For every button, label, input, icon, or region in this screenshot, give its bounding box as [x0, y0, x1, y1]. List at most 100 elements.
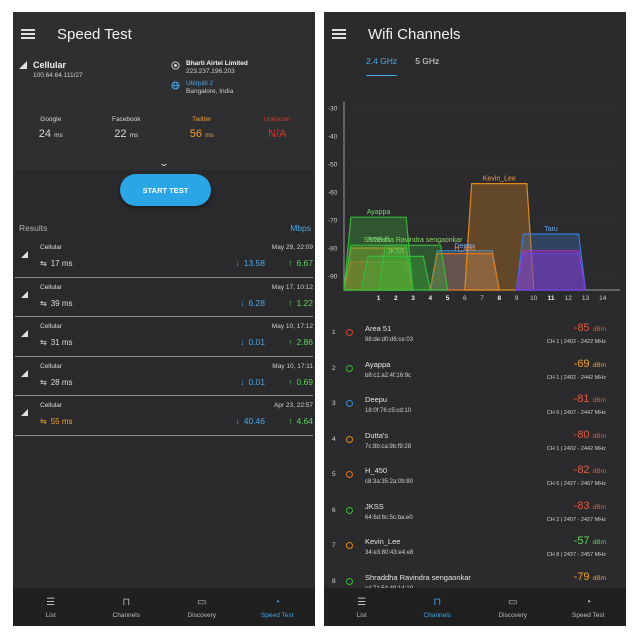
x-tick-label: 5: [446, 295, 450, 302]
access-point-row[interactable]: 1 Area 51 98:de:d0:d6:ce:03 -85 dBm CH 1 | 2…: [324, 316, 626, 352]
ping-arrows-icon: ⇆: [40, 338, 47, 347]
nav-speed-test[interactable]: ◔ Speed Test: [240, 588, 316, 626]
result-upload: ↑ 2.86: [288, 337, 313, 347]
ap-signal: -57 dBm: [574, 535, 606, 547]
results-title: Results: [19, 223, 48, 233]
result-row[interactable]: Cellular May 17, 10:12 ⇆ 39 ms ↓ 6.28 ↑ 1.22: [15, 278, 313, 317]
upload-arrow-icon: ↑: [288, 416, 293, 426]
results-unit-toggle[interactable]: Mbps: [290, 223, 311, 233]
cellular-signal-icon: [21, 330, 28, 337]
result-row[interactable]: Cellular May 10, 17:11 ⇆ 28 ms ↓ 0.01 ↑ 0.69: [15, 357, 313, 396]
nav-discovery[interactable]: ▭ Discovery: [164, 588, 240, 626]
access-point-row[interactable]: 2 Ayappa b8:c1:a2:4f:16:9c -69 dBm CH 1 | 24…: [324, 352, 626, 388]
result-row[interactable]: Cellular May 10, 17:12 ⇆ 31 ms ↓ 0.01 ↑ 2.86: [15, 317, 313, 357]
ping-arrows-icon: ⇆: [40, 377, 47, 387]
download-value: 0.01: [248, 376, 265, 387]
x-tick-label: 12: [565, 295, 573, 302]
menu-icon[interactable]: [21, 29, 35, 39]
ping-value: N/A: [268, 128, 287, 140]
isp-icon: [171, 61, 180, 70]
channel-chart-svg: -30-40-50-60-70-80-90AyappaDeepuH_450JKS…: [328, 102, 620, 302]
ap-mac: b8:c1:a2:4f:16:9c: [365, 372, 412, 379]
access-point-row[interactable]: 6 JKSS 64:6d:6c:5c:ba:e0 -83 dBm CH 2 | 2407…: [324, 494, 626, 530]
network-label: Ayappa: [367, 209, 391, 216]
channels-icon: ⊓: [433, 596, 442, 608]
result-download: ↓ 0.01: [240, 377, 265, 387]
ap-index: 7: [332, 542, 336, 549]
ap-channel: CH 1 | 2402 - 2442 MHz: [546, 374, 606, 381]
ap-dbm-value: -69: [573, 357, 590, 370]
tab-2-4ghz[interactable]: 2.4 GHz: [366, 56, 398, 76]
ap-channel: CH 6 | 2427 - 2467 MHz: [546, 481, 606, 487]
upload-arrow-icon: ↑: [288, 258, 293, 268]
ap-dbm-unit: dBm: [592, 574, 606, 582]
result-ping: ⇆ 55 ms: [40, 417, 73, 426]
upload-value: 0.69: [296, 376, 313, 387]
access-point-row[interactable]: 7 Kevin_Lee 34:e3:80:43:e4:e8 -57 dBm CH 8 |…: [324, 529, 626, 565]
ping-label: Unknown: [263, 116, 291, 123]
ping-google: Google 24 ms: [13, 116, 89, 158]
ap-channel: CH 1 | 2402 - 2442 MHz: [546, 445, 606, 452]
result-row[interactable]: Cellular May 29, 22:09 ⇆ 17 ms ↓ 13.58 ↑ 6.67: [15, 238, 313, 278]
ping-arrows-icon: ⇆: [40, 298, 47, 308]
ap-ssid: Shraddha Ravindra sengaonkar: [365, 572, 471, 582]
ap-ssid: Deepu: [365, 395, 388, 404]
result-ping-value: 28 ms: [50, 377, 73, 387]
ping-label: Facebook: [111, 116, 141, 123]
download-arrow-icon: ↓: [235, 416, 240, 426]
ping-facebook: Facebook 22 ms: [89, 116, 165, 158]
nav-channels[interactable]: ⊓ Channels: [400, 588, 476, 626]
upload-arrow-icon: ↑: [288, 337, 293, 347]
ap-mac: 7c:8b:ca:9b:f9:28: [365, 443, 412, 450]
public-ip: 223.237.196.203: [186, 68, 235, 75]
nav-label: Speed Test: [261, 611, 294, 619]
nav-speed-test[interactable]: ◔ Speed Test: [551, 588, 627, 626]
server-name[interactable]: Ubiquiti 2: [186, 80, 233, 87]
result-connection-type: Cellular: [40, 283, 63, 291]
result-row[interactable]: Cellular Apr 23, 22:57 ⇆ 55 ms ↓ 40.46 ↑ 4.64: [15, 396, 313, 436]
ap-color-dot-icon: [346, 364, 353, 372]
ap-dbm-value: -82: [573, 464, 590, 476]
x-tick-label: 2: [394, 295, 398, 302]
list-icon: ☰: [357, 596, 367, 608]
channel-chart: -30 -40 -50 -60 -70 -80 -90 Ayappa Deepu H_450 JKS…: [324, 76, 626, 306]
result-download: ↓ 13.58: [235, 258, 265, 268]
nav-label: Channels: [112, 611, 140, 619]
nav-discovery[interactable]: ▭ Discovery: [475, 588, 551, 626]
ap-dbm-unit: dBm: [592, 539, 606, 546]
ap-dbm-value: -83: [573, 499, 590, 512]
ap-dbm-unit: dBm: [592, 468, 606, 475]
ap-index: 6: [332, 506, 336, 514]
result-ping: ⇆ 31 ms: [40, 338, 73, 347]
access-point-row[interactable]: 5 H_450 c8:3a:35:2a:0b:80 -82 dBm CH 6 | 242…: [324, 458, 626, 494]
bottom-navigation: ☰ List ⊓ Channels ▭ Discovery ◔ Speed Test: [13, 588, 315, 626]
ping-value: 24: [38, 128, 51, 140]
menu-icon[interactable]: [332, 29, 346, 39]
wifi-appbar: Wifi Channels: [324, 12, 626, 56]
ping-arrows-icon: ⇆: [40, 417, 47, 426]
ap-index: 1: [332, 329, 336, 336]
ping-unknown: Unknown N/A: [240, 116, 316, 158]
ap-dbm-value: -85: [573, 322, 590, 334]
x-tick-label: 1: [377, 295, 381, 302]
ap-ssid: Ayappa: [365, 359, 391, 369]
access-point-row[interactable]: 4 Dutta's 7c:8b:ca:9b:f9:28 -80 dBm CH 1 | 2…: [324, 423, 626, 459]
network-label: H_450: [454, 246, 475, 253]
nav-list[interactable]: ☰ List: [324, 588, 400, 626]
ping-twitter: Twitter 56 ms: [164, 116, 240, 158]
ap-ssid: Kevin_Lee: [365, 537, 401, 546]
results-list: Cellular May 29, 22:09 ⇆ 17 ms ↓ 13.58 ↑ 6.67 Ce…: [13, 238, 315, 436]
access-point-row[interactable]: 3 Deepu 18:0f:76:c5:cd:10 -81 dBm CH 6 | 240…: [324, 387, 626, 423]
page-title: Speed Test: [57, 25, 132, 43]
result-connection-type: Cellular: [40, 362, 63, 370]
start-test-button[interactable]: START TEST: [120, 174, 211, 206]
download-value: 40.46: [243, 416, 265, 426]
result-download: ↓ 0.01: [240, 337, 265, 347]
nav-list[interactable]: ☰ List: [13, 588, 89, 626]
x-tick-label: 14: [599, 295, 607, 302]
ap-mac: 98:de:d0:d6:ce:03: [365, 337, 414, 343]
upload-value: 1.22: [296, 297, 313, 308]
nav-channels[interactable]: ⊓ Channels: [89, 588, 165, 626]
tab-5ghz[interactable]: 5 GHz: [415, 56, 439, 76]
ping-value: 56: [189, 128, 202, 140]
